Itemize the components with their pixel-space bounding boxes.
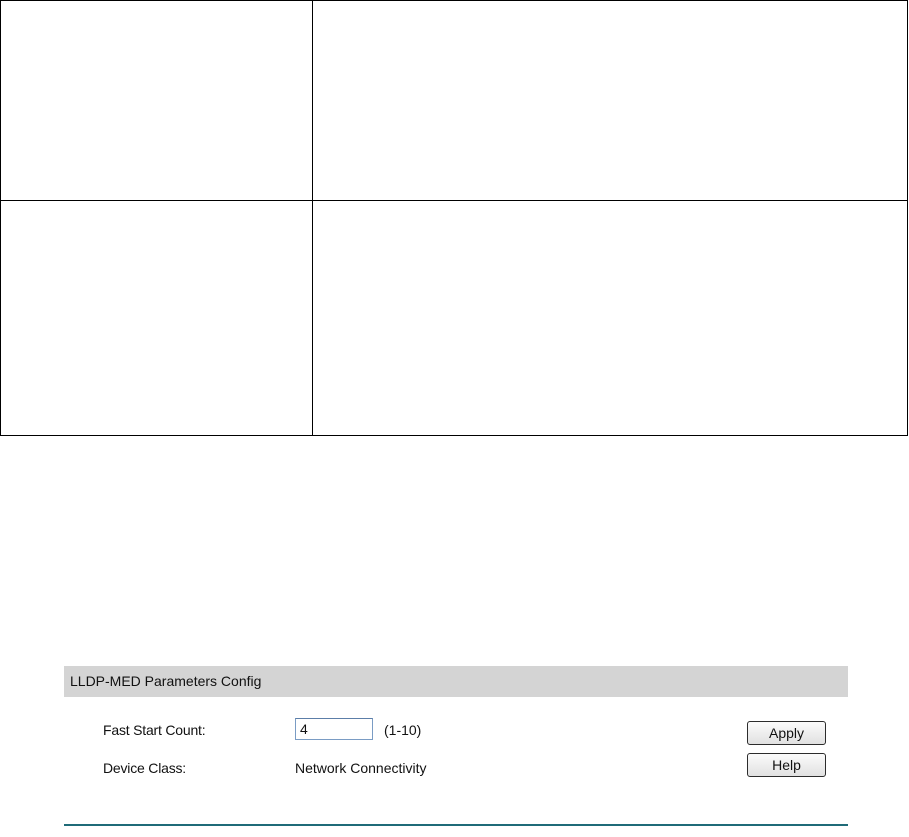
apply-button[interactable]: Apply — [747, 721, 826, 745]
device-class-label: Device Class: — [103, 760, 186, 776]
table-row — [0, 200, 908, 436]
table-cell — [312, 200, 908, 436]
device-class-value: Network Connectivity — [295, 760, 427, 776]
table-cell — [312, 0, 908, 201]
panel-title: LLDP-MED Parameters Config — [64, 666, 848, 697]
table-row — [0, 0, 908, 201]
divider — [64, 824, 848, 826]
fast-start-count-input[interactable] — [295, 718, 373, 740]
document-table — [0, 0, 908, 436]
table-cell — [0, 200, 313, 436]
help-button[interactable]: Help — [747, 753, 826, 777]
table-cell — [0, 0, 313, 201]
fast-start-count-range: (1-10) — [384, 722, 422, 738]
lldp-med-config-panel: LLDP-MED Parameters Config Fast Start Co… — [64, 666, 848, 830]
fast-start-count-label: Fast Start Count: — [103, 722, 206, 738]
